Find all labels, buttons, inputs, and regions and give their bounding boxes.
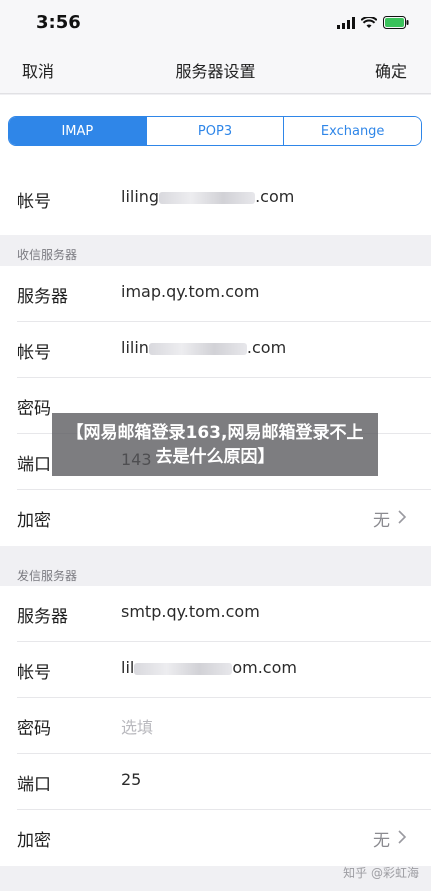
wifi-icon: [360, 14, 378, 33]
article-title-overlay: 【网易邮箱登录163,网易邮箱登录不上去是什么原因】: [52, 413, 378, 476]
outgoing-section-title: 发信服务器: [17, 569, 78, 583]
account-label: 帐号: [17, 192, 51, 212]
incoming-encryption-value: 无: [373, 511, 390, 531]
outgoing-server-card: 服务器 smtp.qy.tom.com 帐号 lil om.com 密码 选填 端…: [0, 586, 431, 866]
status-icons: [337, 14, 409, 33]
chevron-right-icon: [398, 829, 407, 849]
tab-exchange[interactable]: Exchange: [284, 117, 421, 145]
outgoing-server-value[interactable]: smtp.qy.tom.com: [121, 602, 260, 621]
confirm-button[interactable]: 确定: [375, 58, 407, 82]
status-time: 3:56: [36, 12, 81, 33]
outgoing-port-label: 端口: [17, 775, 51, 795]
incoming-server-value[interactable]: imap.qy.tom.com: [121, 282, 259, 301]
incoming-account-row[interactable]: 帐号 lilin .com: [0, 322, 431, 378]
incoming-account-value[interactable]: lilin .com: [121, 338, 286, 357]
outgoing-password-row[interactable]: 密码 选填: [0, 698, 431, 754]
outgoing-encryption-label: 加密: [17, 831, 51, 851]
account-card: 帐号 liling .com: [0, 165, 431, 235]
incoming-account-label: 帐号: [17, 343, 51, 363]
incoming-password-label: 密码: [17, 399, 51, 419]
redacted-mask: [148, 342, 247, 355]
outgoing-account-prefix: lil: [121, 658, 135, 677]
incoming-encryption-row[interactable]: 加密 无: [0, 490, 431, 546]
outgoing-encryption-value: 无: [373, 831, 390, 851]
tab-imap[interactable]: IMAP: [9, 117, 147, 145]
outgoing-account-label: 帐号: [17, 663, 51, 683]
incoming-encryption-selector[interactable]: 无: [373, 506, 407, 531]
outgoing-password-label: 密码: [17, 719, 51, 739]
protocol-segmented-control: IMAP POP3 Exchange: [8, 116, 422, 146]
outgoing-encryption-row[interactable]: 加密 无: [0, 810, 431, 866]
outgoing-account-row[interactable]: 帐号 lil om.com: [0, 642, 431, 698]
outgoing-port-value[interactable]: 25: [121, 770, 141, 789]
watermark: 知乎 @彩虹海: [343, 866, 419, 880]
chevron-right-icon: [398, 509, 407, 529]
protocol-tabs-container: IMAP POP3 Exchange: [0, 95, 431, 165]
incoming-section-title: 收信服务器: [17, 248, 78, 262]
navigation-bar: 取消 服务器设置 确定: [0, 44, 431, 94]
incoming-port-label: 端口: [17, 455, 51, 475]
incoming-account-suffix: .com: [246, 338, 287, 357]
incoming-server-card: 服务器 imap.qy.tom.com 帐号 lilin.com 密码 端口 1…: [0, 266, 431, 546]
signal-icon: [337, 14, 355, 33]
status-bar: 3:56: [0, 0, 431, 44]
outgoing-account-value[interactable]: lil om.com: [121, 658, 297, 677]
incoming-server-row[interactable]: 服务器 imap.qy.tom.com: [0, 266, 431, 322]
incoming-encryption-label: 加密: [17, 511, 51, 531]
account-value-prefix: liling: [121, 187, 160, 206]
outgoing-encryption-selector[interactable]: 无: [373, 826, 407, 851]
outgoing-server-row[interactable]: 服务器 smtp.qy.tom.com: [0, 586, 431, 642]
incoming-account-prefix: lilin: [121, 338, 149, 357]
incoming-server-label: 服务器: [17, 287, 68, 307]
account-row[interactable]: 帐号 liling .com: [0, 165, 431, 235]
outgoing-server-label: 服务器: [17, 607, 68, 627]
outgoing-account-suffix: om.com: [232, 658, 297, 677]
account-value-suffix: .com: [255, 187, 295, 206]
redacted-mask: [134, 662, 233, 675]
outgoing-port-row[interactable]: 端口 25: [0, 754, 431, 810]
account-value[interactable]: liling .com: [121, 187, 294, 206]
outgoing-password-input[interactable]: 选填: [121, 714, 153, 738]
redacted-mask: [159, 191, 256, 204]
page-title: 服务器设置: [175, 62, 256, 81]
tab-pop3[interactable]: POP3: [146, 117, 285, 145]
battery-icon: [383, 14, 409, 33]
